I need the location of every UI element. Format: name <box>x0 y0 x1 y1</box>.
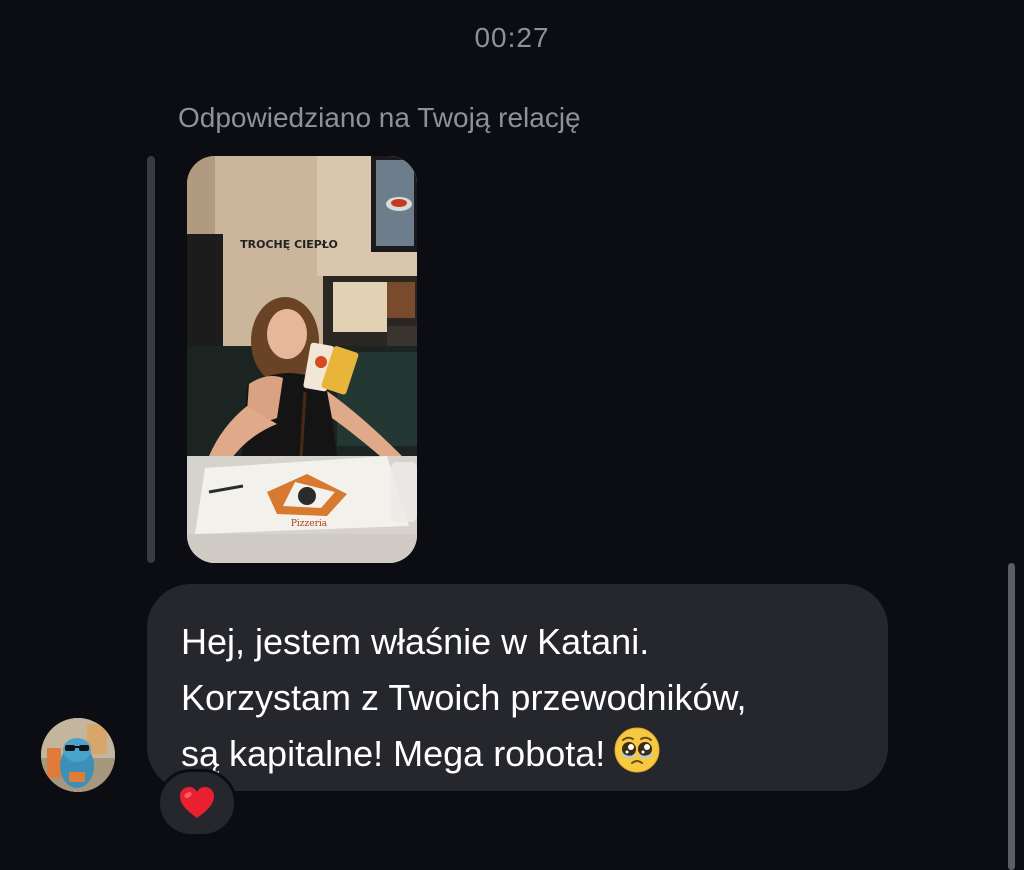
wall-sign-text: TROCHĘ CIEPŁO <box>240 238 338 251</box>
message-timestamp: 00:27 <box>474 22 550 53</box>
story-thumbnail[interactable]: TROCHĘ CIEPŁO Pizzeria <box>187 156 417 563</box>
reply-quote-bar <box>147 156 155 563</box>
svg-text:Pizzeria: Pizzeria <box>291 519 328 529</box>
pleading-face-emoji-icon <box>613 726 661 790</box>
chat-screen: 00:27 Odpowiedziano na Twoją relację TRO… <box>0 0 1024 870</box>
message-line-1: Hej, jestem właśnie w Katani. <box>181 621 650 662</box>
message-text: Hej, jestem właśnie w Katani. Korzystam … <box>181 614 871 790</box>
message-bubble[interactable]: Hej, jestem właśnie w Katani. Korzystam … <box>147 584 888 791</box>
message-line-2: Korzystam z Twoich przewodników, <box>181 677 747 718</box>
story-reply-label: Odpowiedziano na Twoją relację <box>178 102 581 133</box>
message-line-3: są kapitalne! Mega robota! <box>181 733 606 774</box>
reaction-badge[interactable] <box>157 769 237 837</box>
story-photo: TROCHĘ CIEPŁO Pizzeria <box>187 156 417 563</box>
scrollbar[interactable] <box>1008 563 1015 870</box>
sender-avatar[interactable] <box>41 718 115 792</box>
red-heart-icon <box>180 787 214 818</box>
